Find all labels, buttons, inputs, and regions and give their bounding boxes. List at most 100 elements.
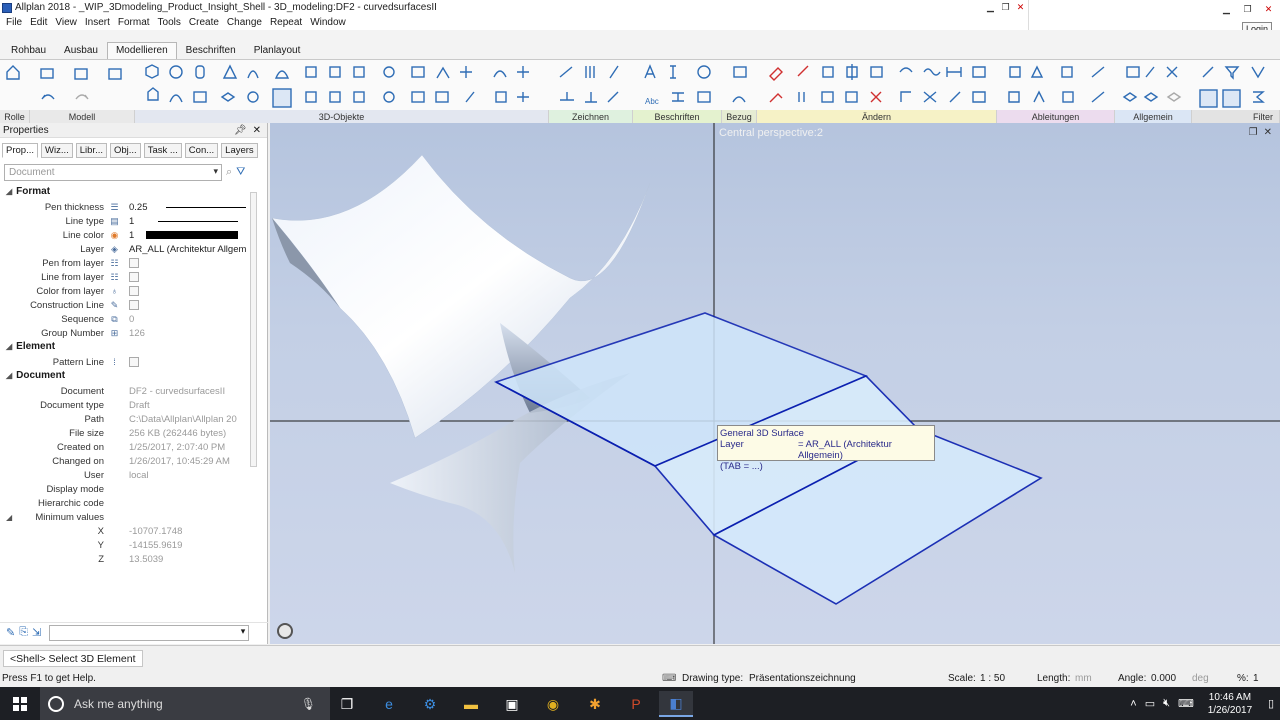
offset-icon[interactable] [560, 92, 574, 101]
extend-icon[interactable] [949, 91, 961, 103]
section-element[interactable]: ◢ Element [6, 341, 55, 352]
menu-tools[interactable]: Tools [154, 17, 185, 28]
layer-off-icon[interactable] [1166, 92, 1182, 102]
intersect-icon[interactable] [353, 66, 365, 78]
bool-b-icon[interactable] [329, 91, 341, 103]
row-pattern-line[interactable]: Pattern Line ⁞ [0, 355, 255, 369]
corner-icon[interactable] [900, 91, 911, 102]
tab-connect[interactable]: Con... [184, 143, 219, 158]
divide-icon[interactable] [798, 92, 805, 102]
layer-icon[interactable] [1122, 92, 1138, 102]
restore-icon[interactable]: ❐ [998, 0, 1013, 15]
grid-icon[interactable] [74, 68, 88, 80]
pin-icon[interactable]: 📌︎ [234, 125, 247, 136]
angle-value[interactable]: 0.000 [1151, 673, 1176, 684]
fillet-icon[interactable] [493, 70, 507, 78]
menu-format[interactable]: Format [114, 17, 154, 28]
start-button[interactable] [0, 687, 40, 720]
row-construction-line[interactable]: Construction Line ✎ [0, 298, 255, 312]
bezug-icon[interactable] [732, 96, 746, 103]
length-unit[interactable]: mm [1075, 673, 1092, 684]
properties-change-icon[interactable] [845, 91, 858, 103]
edge-icon[interactable]: e [372, 691, 406, 717]
align-icon[interactable] [972, 91, 986, 103]
select-filter-icon[interactable] [1199, 89, 1218, 108]
tab-wizards[interactable]: Wiz... [41, 143, 73, 158]
row-sequence[interactable]: Sequence ⧉ 0 [0, 312, 255, 326]
wrench-icon[interactable]: ✎ [6, 626, 15, 639]
plate-icon[interactable] [495, 91, 507, 103]
line-from-layer-checkbox[interactable] [129, 272, 139, 282]
trim-icon[interactable] [769, 93, 783, 103]
tab-beschriften[interactable]: Beschriften [177, 42, 245, 59]
shell-icon[interactable] [383, 66, 395, 78]
row-color-from-layer[interactable]: Color from layer ♁ [0, 284, 255, 298]
drawing-icon[interactable] [1008, 91, 1020, 103]
layer-stack-icon[interactable] [1143, 92, 1159, 102]
tab-rohbau[interactable]: Rohbau [2, 42, 55, 59]
delete-segment-icon[interactable] [797, 65, 809, 77]
filter-type-icon[interactable] [1251, 66, 1265, 79]
close-panel-icon[interactable]: ✕ [253, 125, 261, 136]
sum-icon[interactable] [1253, 91, 1265, 103]
revolve-icon[interactable] [169, 94, 183, 103]
settings-app-icon[interactable]: ⚙ [413, 691, 447, 717]
menu-view[interactable]: View [51, 17, 81, 28]
model-icon[interactable] [40, 68, 54, 79]
frame-icon[interactable] [697, 91, 711, 103]
zoom-search-icon[interactable]: ⌕ [226, 166, 232, 179]
menu-insert[interactable]: Insert [81, 17, 114, 28]
split-icon[interactable] [465, 91, 475, 103]
prism-icon[interactable] [193, 91, 207, 103]
menu-file[interactable]: File [2, 17, 26, 28]
angle-unit[interactable]: deg [1192, 673, 1209, 684]
unfold-icon[interactable] [1033, 90, 1045, 103]
line-draw-icon[interactable] [559, 66, 573, 78]
reference-icon[interactable] [733, 66, 747, 78]
funnel-icon[interactable] [1224, 66, 1240, 80]
task-view-icon[interactable]: ❐ [330, 691, 364, 717]
tab-planlayout[interactable]: Planlayout [245, 42, 310, 59]
wedge-icon[interactable] [147, 87, 159, 101]
filter-icon[interactable]: ⛛ [236, 166, 245, 179]
stretch-icon[interactable] [946, 67, 962, 77]
chrome-icon[interactable]: ◉ [536, 691, 570, 717]
brush-icon[interactable] [1145, 66, 1155, 78]
format-painter-icon[interactable]: ⎘ [19, 626, 28, 639]
row-group-number[interactable]: Group Number ⊞ 126 [0, 326, 255, 340]
minimize-icon[interactable]: ▁ [983, 0, 998, 15]
color-from-layer-checkbox[interactable] [129, 286, 139, 296]
menu-repeat[interactable]: Repeat [266, 17, 306, 28]
tab-layers[interactable]: Layers [221, 143, 258, 158]
store-icon[interactable]: ▣ [495, 691, 529, 717]
filter-pen-icon[interactable] [1202, 66, 1214, 78]
mirror-icon[interactable] [846, 64, 858, 80]
row-line-color[interactable]: Line color ◉ 1 [0, 228, 255, 242]
favorites-combo[interactable] [49, 624, 250, 641]
undo-icon[interactable] [41, 94, 55, 100]
mesh-icon[interactable] [435, 91, 449, 103]
pattern-line-checkbox[interactable] [129, 357, 139, 367]
bool-c-icon[interactable] [353, 91, 365, 103]
section-icon[interactable] [1030, 65, 1044, 78]
document-selector[interactable]: Document [4, 163, 222, 181]
pen-icon[interactable] [609, 65, 619, 79]
bool-a-icon[interactable] [305, 91, 317, 103]
join-icon[interactable] [821, 91, 834, 103]
network-icon[interactable]: ▭ [1141, 697, 1159, 710]
microphone-icon[interactable]: 🎙︎ [301, 697, 316, 711]
box-icon[interactable] [411, 66, 425, 78]
row-minimum-values[interactable]: ◢ Minimum values [0, 510, 255, 524]
wave-icon[interactable] [923, 68, 941, 76]
scale-value[interactable]: 1 : 50 [980, 673, 1005, 684]
parallel-lines-icon[interactable] [585, 66, 595, 78]
eraser-icon[interactable] [769, 67, 783, 81]
minimize-icon[interactable]: ▁ [1219, 2, 1234, 17]
delete-icon[interactable] [870, 91, 882, 103]
row-pen-from-layer[interactable]: Pen from layer ☷ [0, 256, 255, 270]
menu-create[interactable]: Create [185, 17, 223, 28]
move-icon[interactable] [460, 66, 472, 78]
row-pen-thickness[interactable]: Pen thickness ☰ 0.25 [0, 200, 255, 214]
transfer-icon[interactable]: ⇲ [32, 626, 41, 639]
menu-window[interactable]: Window [306, 17, 350, 28]
